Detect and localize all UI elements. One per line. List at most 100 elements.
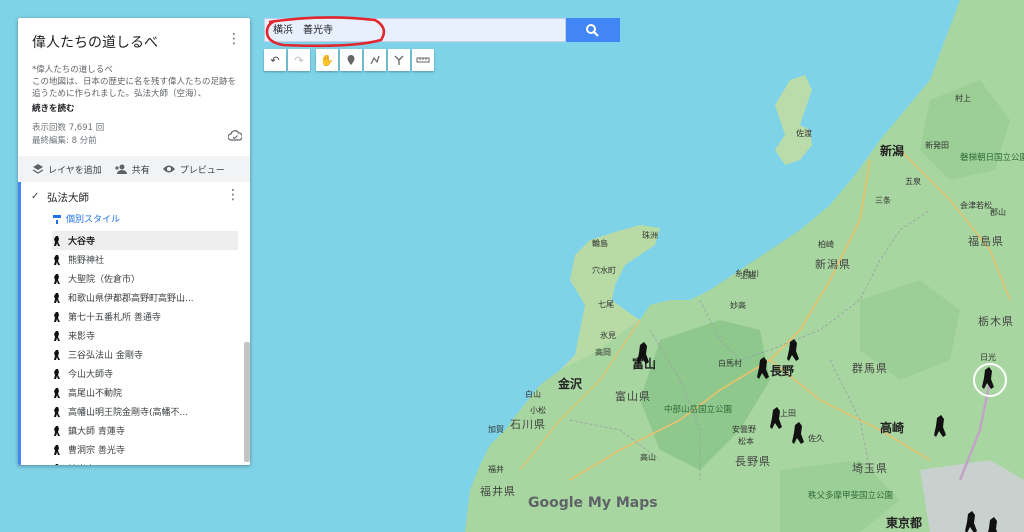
share-button[interactable]: 共有 — [114, 163, 150, 176]
monk-icon — [54, 254, 60, 265]
map-label: 加賀 — [488, 424, 504, 434]
map-label: 七尾 — [598, 300, 614, 309]
more-options-icon[interactable]: ⋮ — [226, 30, 242, 48]
map-label: 糸魚川 — [735, 268, 759, 278]
directions-icon[interactable] — [388, 49, 410, 71]
layer-checkbox[interactable]: ✓ — [31, 192, 41, 202]
map-label: 小松 — [530, 405, 546, 415]
map-label: 安曇野 — [732, 424, 756, 434]
layer-options-icon[interactable]: ⋮ — [226, 188, 240, 202]
map-label: 秩父多摩甲斐国立公園 — [808, 490, 893, 501]
monk-icon — [54, 425, 60, 436]
list-item-label: 大谷寺 — [68, 237, 96, 247]
layer-section: ✓ 弘法大師 ⋮ 個別スタイル 大谷寺熊野神社大聖院（佐倉市） 和歌山県伊都郡高野… — [18, 182, 250, 465]
line-icon[interactable] — [364, 49, 386, 71]
style-label: 個別スタイル — [66, 215, 121, 225]
map-label: 栃木県 — [978, 314, 1014, 328]
preview-button[interactable]: プレビュー — [162, 163, 225, 176]
paint-roller-icon — [53, 214, 61, 224]
search-button[interactable] — [566, 18, 620, 42]
list-item-label: 高尾山不動院 — [68, 389, 123, 399]
list-item[interactable]: 大聖院（佐倉市） — [52, 269, 238, 288]
map-label: 高岡 — [595, 347, 611, 357]
list-item[interactable]: 第七十五番札所 善通寺 — [52, 307, 238, 326]
map-label: 白馬村 — [718, 358, 742, 368]
map-label: 村上 — [955, 93, 971, 103]
list-item[interactable]: 三谷弘法山 金剛寺 — [52, 345, 238, 364]
logo-text: Google My Maps — [528, 495, 658, 511]
map-toolbar: ↶ ↷ ✋ — [264, 49, 434, 71]
layer-name[interactable]: 弘法大師 — [47, 190, 89, 205]
last-edited: 最終編集: 8 分前 — [32, 136, 97, 146]
layers-icon — [32, 164, 44, 174]
undo-icon[interactable]: ↶ — [264, 49, 286, 71]
scrollbar[interactable] — [244, 342, 250, 462]
map-legend-panel: 偉人たちの道しるべ ⋮ *偉人たちの道しるべ この地図は、日本の歴史に名を残す偉… — [18, 18, 250, 465]
map-label: 松本 — [738, 436, 754, 446]
list-item-label: 第七十五番札所 善通寺 — [68, 313, 161, 323]
map-label: 日光 — [980, 352, 996, 362]
monk-icon — [54, 235, 60, 246]
list-item-label: 大聖院（佐倉市） — [68, 275, 141, 285]
map-label: 三条 — [875, 195, 891, 205]
list-item-label: 曹洞宗 善光寺 — [68, 446, 125, 456]
add-person-icon — [114, 164, 127, 174]
redo-icon[interactable]: ↷ — [288, 49, 310, 71]
list-item-label: 三谷弘法山 金剛寺 — [68, 351, 143, 361]
map-label: 郡山 — [990, 207, 1006, 217]
map-label: 新潟 — [880, 143, 904, 158]
map-label: 白山 — [525, 389, 541, 399]
monk-icon — [55, 463, 59, 465]
map-label: 輪島 — [592, 238, 608, 248]
monk-icon — [54, 349, 60, 360]
marker-icon[interactable] — [340, 49, 362, 71]
map-label: 富山県 — [615, 389, 651, 403]
list-item[interactable]: 鎮大師 青蓮寺 — [52, 421, 238, 440]
individual-style-link[interactable]: 個別スタイル — [52, 212, 250, 225]
map-label: 佐渡 — [796, 128, 812, 138]
list-item[interactable]: 来影寺 — [52, 326, 238, 345]
place-list: 大谷寺熊野神社大聖院（佐倉市） 和歌山県伊都郡高野町高野山... 第七十五番札所 善… — [52, 231, 250, 465]
map-label: 福井 — [488, 464, 504, 474]
list-item[interactable]: 和歌山県伊都郡高野町高野山... — [52, 288, 238, 307]
list-item[interactable]: 高尾山不動院 — [52, 383, 238, 402]
monk-icon — [54, 406, 60, 417]
hand-icon[interactable]: ✋ — [316, 49, 338, 71]
ruler-icon[interactable] — [412, 49, 434, 71]
map-label: 磐梯朝日国立公園 — [960, 152, 1024, 163]
map-label: 群馬県 — [852, 361, 888, 375]
list-item-label: 和歌山県伊都郡高野町高野山... — [68, 294, 194, 304]
map-label: 新発田 — [925, 140, 949, 150]
layer-header[interactable]: ✓ 弘法大師 — [31, 188, 250, 206]
add-layer-button[interactable]: レイヤを追加 — [32, 163, 102, 176]
monk-icon — [54, 292, 60, 303]
panel-header: 偉人たちの道しるべ ⋮ *偉人たちの道しるべ この地図は、日本の歴史に名を残す偉… — [18, 18, 250, 156]
list-item[interactable]: 大谷寺 — [52, 231, 238, 250]
list-item-label: 熊野神社 — [68, 256, 105, 266]
map-label: 上田 — [780, 409, 796, 418]
list-item[interactable]: 今山大師寺 — [52, 364, 238, 383]
monk-icon — [54, 444, 60, 455]
map-label: 高崎 — [880, 420, 904, 435]
map-label: 中部山岳国立公園 — [664, 404, 732, 415]
map-label: 石川県 — [510, 418, 546, 431]
list-item-label: 鎮大師 青蓮寺 — [68, 427, 125, 437]
share-label: 共有 — [131, 165, 150, 176]
map-label: 福島県 — [968, 234, 1004, 248]
panel-actions: レイヤを追加 共有 プレビュー — [18, 156, 250, 182]
monk-icon — [54, 330, 60, 341]
map-label: 穴水町 — [592, 265, 616, 275]
monk-icon — [54, 387, 60, 398]
map-title[interactable]: 偉人たちの道しるべ — [32, 32, 236, 52]
list-item-label: 今山大師寺 — [68, 370, 114, 380]
map-label: 長野 — [770, 363, 794, 378]
list-item[interactable]: 高幡山明王院金剛寺(高幡不... — [52, 402, 238, 421]
preview-label: プレビュー — [179, 165, 225, 176]
read-more-link[interactable]: 続きを読む — [32, 102, 236, 114]
list-item[interactable]: 神光寺 — [52, 459, 238, 465]
monk-icon — [54, 273, 60, 284]
map-label: 金沢 — [557, 376, 583, 391]
list-item[interactable]: 熊野神社 — [52, 250, 238, 269]
map-label: 佐久 — [808, 433, 824, 443]
list-item[interactable]: 曹洞宗 善光寺 — [52, 440, 238, 459]
